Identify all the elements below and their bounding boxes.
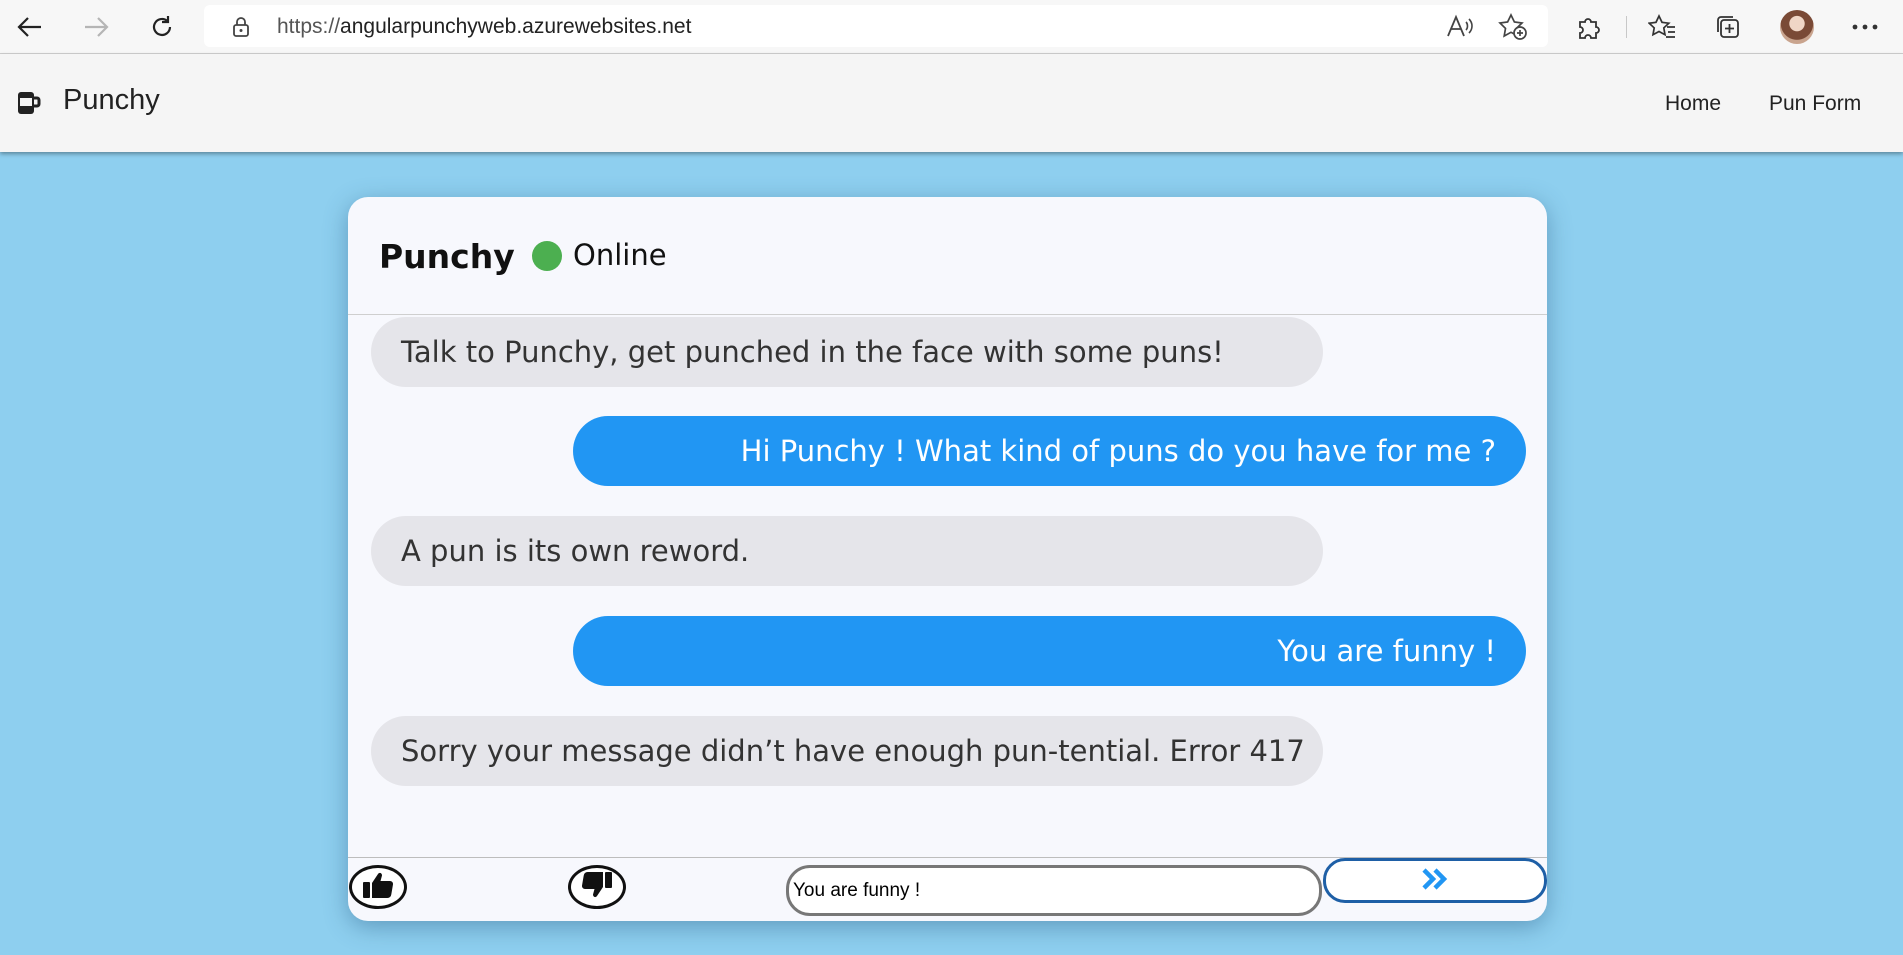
online-status-dot	[532, 241, 562, 271]
back-arrow-icon[interactable]	[13, 12, 47, 42]
more-icon[interactable]	[1848, 11, 1882, 43]
app-header: Punchy Home Pun Form	[0, 54, 1903, 152]
favorites-icon[interactable]	[1645, 11, 1679, 43]
nav-link-home[interactable]: Home	[1665, 92, 1721, 116]
nav-link-pun-form[interactable]: Pun Form	[1769, 92, 1861, 116]
thumbs-up-button[interactable]	[349, 865, 407, 909]
bot-message: Sorry your message didn’t have enough pu…	[371, 716, 1323, 786]
collections-icon[interactable]	[1711, 11, 1745, 43]
chat-footer	[348, 857, 1547, 921]
double-chevron-right-icon	[1421, 867, 1449, 894]
message-input[interactable]	[786, 865, 1322, 916]
extensions-icon[interactable]	[1572, 11, 1606, 43]
user-message: Hi Punchy ! What kind of puns do you hav…	[573, 416, 1526, 486]
thumbs-up-icon	[361, 870, 395, 904]
browser-toolbar: https://angularpunchyweb.azurewebsites.n…	[0, 0, 1903, 54]
user-message: You are funny !	[573, 616, 1526, 686]
forward-arrow-icon[interactable]	[79, 12, 113, 42]
brand-title[interactable]: Punchy	[63, 84, 160, 117]
bot-message: A pun is its own reword.	[371, 516, 1323, 586]
toolbar-divider	[1626, 16, 1627, 38]
url-text[interactable]: https://angularpunchyweb.azurewebsites.n…	[277, 15, 691, 39]
chat-bot-name: Punchy	[379, 237, 515, 276]
chat-header: Punchy Online	[348, 197, 1547, 315]
add-favorite-icon[interactable]	[1498, 13, 1528, 45]
coffee-cup-icon	[16, 90, 42, 118]
url-scheme: https://	[277, 15, 341, 38]
bot-message: Talk to Punchy, get punched in the face …	[371, 317, 1323, 387]
read-aloud-icon[interactable]	[1446, 14, 1474, 42]
online-status-label: Online	[573, 238, 667, 272]
profile-avatar[interactable]	[1780, 10, 1814, 44]
refresh-icon[interactable]	[145, 12, 179, 42]
address-bar[interactable]: https://angularpunchyweb.azurewebsites.n…	[204, 5, 1548, 47]
thumbs-down-button[interactable]	[568, 865, 626, 909]
thumbs-down-icon	[580, 870, 614, 904]
chat-window: Punchy Online Talk to Punchy, get punche…	[348, 197, 1547, 921]
lock-icon[interactable]	[232, 16, 250, 42]
send-button[interactable]	[1323, 858, 1547, 903]
url-host: angularpunchyweb.azurewebsites.net	[340, 15, 692, 38]
